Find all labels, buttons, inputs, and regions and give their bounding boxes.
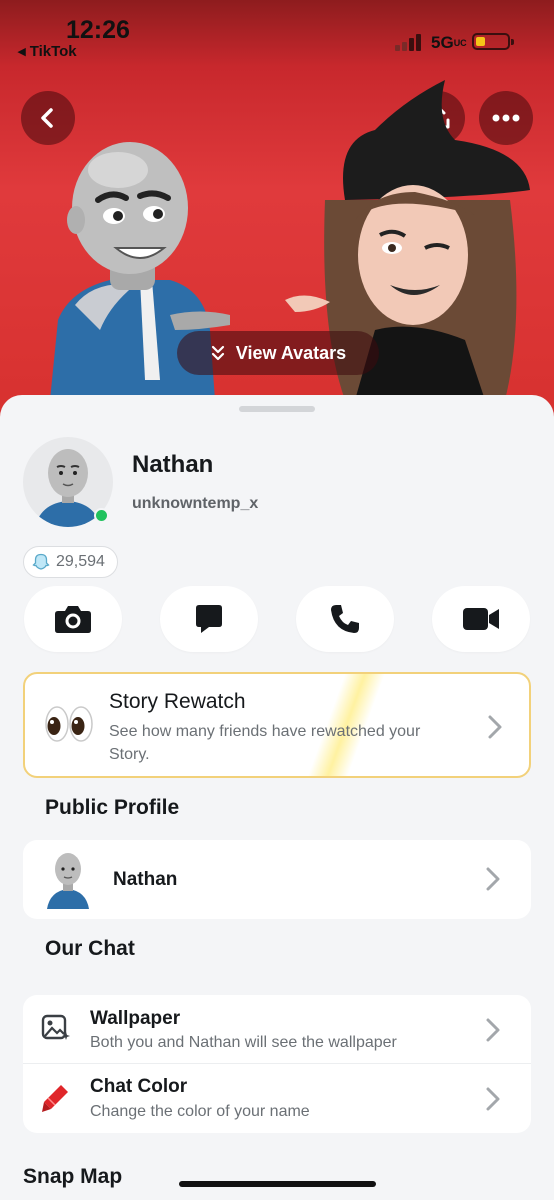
wallpaper-subtitle: Both you and Nathan will see the wallpap… <box>90 1034 397 1051</box>
eyes-icon <box>45 706 93 742</box>
profile-hero: 12:26 ◂ TikTok 5GUC View Avatars <box>0 0 554 420</box>
wallpaper-title: Wallpaper <box>90 1008 181 1029</box>
chevron-right-icon <box>486 1018 500 1042</box>
snap-score-value: 29,594 <box>56 553 105 570</box>
network-label: 5GUC <box>431 33 467 53</box>
wallpaper-icon <box>41 1014 70 1040</box>
profile-username[interactable]: unknowntemp_x <box>132 495 258 513</box>
phone-icon <box>331 605 359 633</box>
profile-sheet: Nathan unknowntemp_x 29,594 Story Rewatc… <box>0 395 554 1200</box>
chevron-right-icon <box>486 1087 500 1111</box>
video-call-button[interactable] <box>432 586 530 652</box>
chat-color-subtitle: Change the color of your name <box>90 1103 310 1120</box>
status-time: 12:26 <box>66 16 130 44</box>
network-suffix: UC <box>453 38 467 48</box>
story-rewatch-title: Story Rewatch <box>109 690 246 713</box>
ghost-icon <box>32 553 50 570</box>
profile-display-name: Nathan <box>132 451 214 478</box>
status-bar: 12:26 ◂ TikTok 5GUC <box>0 0 554 70</box>
our-chat-heading: Our Chat <box>45 937 135 960</box>
story-rewatch-card[interactable]: Story Rewatch See how many friends have … <box>23 672 531 778</box>
chevron-left-icon <box>41 108 53 128</box>
snap-map-heading: Snap Map <box>23 1165 123 1188</box>
battery-icon <box>472 33 514 50</box>
sheet-drag-handle[interactable] <box>239 406 315 412</box>
public-profile-row[interactable]: Nathan <box>23 840 531 919</box>
crayon-icon <box>42 1085 68 1112</box>
chevron-right-icon <box>486 867 500 891</box>
signal-icon <box>395 33 425 51</box>
home-indicator[interactable] <box>179 1181 376 1187</box>
chat-color-row[interactable]: Chat Color Change the color of your name <box>23 1064 531 1133</box>
double-chevron-down-icon <box>211 345 224 361</box>
chevron-right-icon <box>488 715 502 739</box>
chat-icon <box>196 605 222 633</box>
back-to-app-link[interactable]: ◂ TikTok <box>18 42 77 60</box>
network-type: 5G <box>431 33 454 52</box>
online-status-indicator <box>94 508 109 523</box>
view-avatars-button[interactable]: View Avatars <box>177 331 379 375</box>
video-icon <box>463 608 499 630</box>
our-chat-card: Wallpaper Both you and Nathan will see t… <box>23 995 531 1133</box>
public-profile-heading: Public Profile <box>45 796 180 819</box>
public-profile-name: Nathan <box>113 869 178 890</box>
chat-button[interactable] <box>160 586 258 652</box>
public-profile-bitmoji-icon <box>47 853 89 909</box>
chat-color-title: Chat Color <box>90 1076 188 1097</box>
wallpaper-row[interactable]: Wallpaper Both you and Nathan will see t… <box>23 995 531 1063</box>
story-rewatch-subtitle: See how many friends have rewatched your… <box>109 723 421 763</box>
camera-button[interactable] <box>24 586 122 652</box>
snap-score-badge[interactable]: 29,594 <box>23 546 118 578</box>
call-button[interactable] <box>296 586 394 652</box>
camera-icon <box>55 606 91 633</box>
view-avatars-label: View Avatars <box>235 342 347 363</box>
